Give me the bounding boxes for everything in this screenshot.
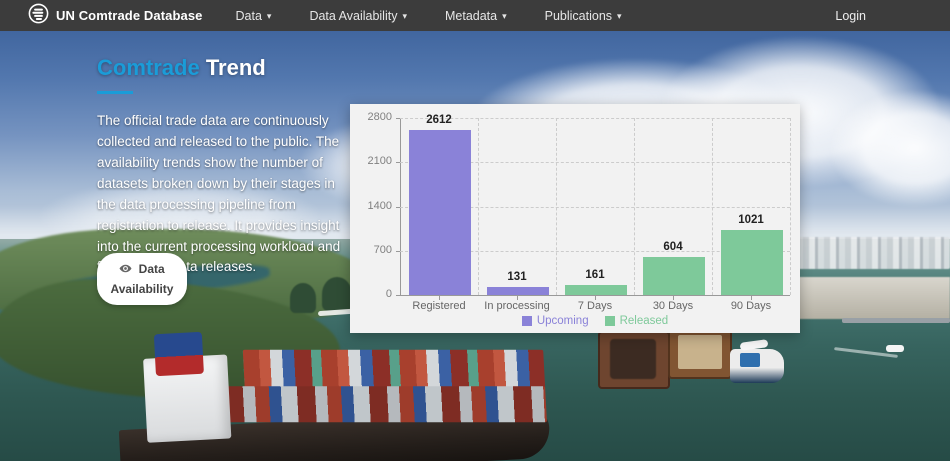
page-title-rest: Trend xyxy=(206,55,266,80)
comtrade-logo-icon xyxy=(28,3,49,29)
nav-item-data[interactable]: Data ▾ xyxy=(217,0,291,31)
x-axis-category-label: 7 Days xyxy=(556,300,634,312)
hero-section: Comtrade Trend The official trade data a… xyxy=(0,31,950,461)
container-ship xyxy=(114,316,552,461)
y-axis-tick-mark xyxy=(396,295,400,296)
eye-icon xyxy=(119,264,135,278)
y-axis-tick-label: 700 xyxy=(350,244,392,256)
page-title-accent: Comtrade xyxy=(97,55,200,80)
hero-content: Comtrade Trend The official trade data a… xyxy=(97,31,357,278)
x-axis-tick-mark xyxy=(517,296,518,300)
caret-down-icon: ▾ xyxy=(267,11,272,22)
x-axis-category-label: 90 Days xyxy=(712,300,790,312)
nav-item-metadata[interactable]: Metadata ▾ xyxy=(426,0,526,31)
legend-label: Released xyxy=(620,315,669,327)
legend-label: Upcoming xyxy=(537,315,589,327)
legend-swatch xyxy=(605,316,615,326)
login-link[interactable]: Login xyxy=(835,9,866,23)
bar-value-label: 604 xyxy=(634,241,712,253)
bar-registered[interactable] xyxy=(409,130,471,295)
x-axis-tick-mark xyxy=(751,296,752,300)
x-axis-category-label: Registered xyxy=(400,300,478,312)
ship-containers xyxy=(243,350,546,390)
bar-in-processing[interactable] xyxy=(487,287,549,295)
data-availability-button[interactable]: Data Availability xyxy=(97,253,187,305)
top-navbar: UN Comtrade Database Data▾Data Availabil… xyxy=(0,0,950,31)
title-underline xyxy=(97,91,133,94)
legend-item-released[interactable]: Released xyxy=(605,315,669,327)
y-axis-tick-label: 2800 xyxy=(350,111,392,123)
y-axis-tick-label: 0 xyxy=(350,288,392,300)
y-axis-tick-label: 2100 xyxy=(350,155,392,167)
nav-item-label: Publications xyxy=(545,9,612,23)
caret-down-icon: ▾ xyxy=(502,11,507,22)
caret-down-icon: ▾ xyxy=(402,11,407,22)
barge xyxy=(668,325,732,379)
bar-value-label: 131 xyxy=(478,271,556,283)
bar-value-label: 2612 xyxy=(400,114,478,126)
bar-value-label: 161 xyxy=(556,269,634,281)
brand-title: UN Comtrade Database xyxy=(56,8,203,23)
x-axis-category-label: In processing xyxy=(478,300,556,312)
barge-deck xyxy=(678,335,722,369)
nav-item-label: Metadata xyxy=(445,9,497,23)
storage-tank xyxy=(322,277,352,311)
x-axis-tick-mark xyxy=(673,296,674,300)
ship-funnel xyxy=(154,332,204,376)
nav-item-label: Data xyxy=(236,9,262,23)
tugboat xyxy=(730,349,784,383)
x-axis-tick-mark xyxy=(595,296,596,300)
bar-30-days[interactable] xyxy=(643,257,705,295)
bar-90-days[interactable] xyxy=(721,230,783,295)
nav-item-data-availability[interactable]: Data Availability ▾ xyxy=(290,0,426,31)
vertical-gridline xyxy=(790,118,791,295)
brand-logo[interactable]: UN Comtrade Database xyxy=(28,3,203,29)
caret-down-icon: ▾ xyxy=(617,11,622,22)
x-axis-tick-mark xyxy=(439,296,440,300)
small-boat xyxy=(886,345,904,352)
vertical-gridline xyxy=(634,118,635,295)
chart-panel: Upcoming Released 0 700 1400 2100 2800 2612 Reg… xyxy=(350,104,800,333)
bridge xyxy=(842,318,950,323)
nav-item-label: Data Availability xyxy=(309,9,397,23)
port-island xyxy=(778,277,950,319)
chart-legend: Upcoming Released xyxy=(400,313,790,329)
bar-7-days[interactable] xyxy=(565,285,627,295)
nav-menu: Data▾Data Availability▾Metadata▾Publicat… xyxy=(217,0,641,31)
legend-swatch xyxy=(522,316,532,326)
page-title: Comtrade Trend xyxy=(97,55,357,81)
city-skyline xyxy=(788,237,950,269)
barge-rig xyxy=(610,339,656,379)
x-axis-category-label: 30 Days xyxy=(634,300,712,312)
barge xyxy=(598,331,670,389)
vertical-gridline xyxy=(712,118,713,295)
nav-item-publications[interactable]: Publications ▾ xyxy=(526,0,641,31)
ship-containers xyxy=(225,386,547,422)
y-axis-tick-label: 1400 xyxy=(350,200,392,212)
legend-item-upcoming[interactable]: Upcoming xyxy=(522,315,589,327)
vertical-gridline xyxy=(478,118,479,295)
storage-tank xyxy=(290,283,316,313)
bar-value-label: 1021 xyxy=(712,214,790,226)
tugboat-cabin xyxy=(740,353,760,367)
